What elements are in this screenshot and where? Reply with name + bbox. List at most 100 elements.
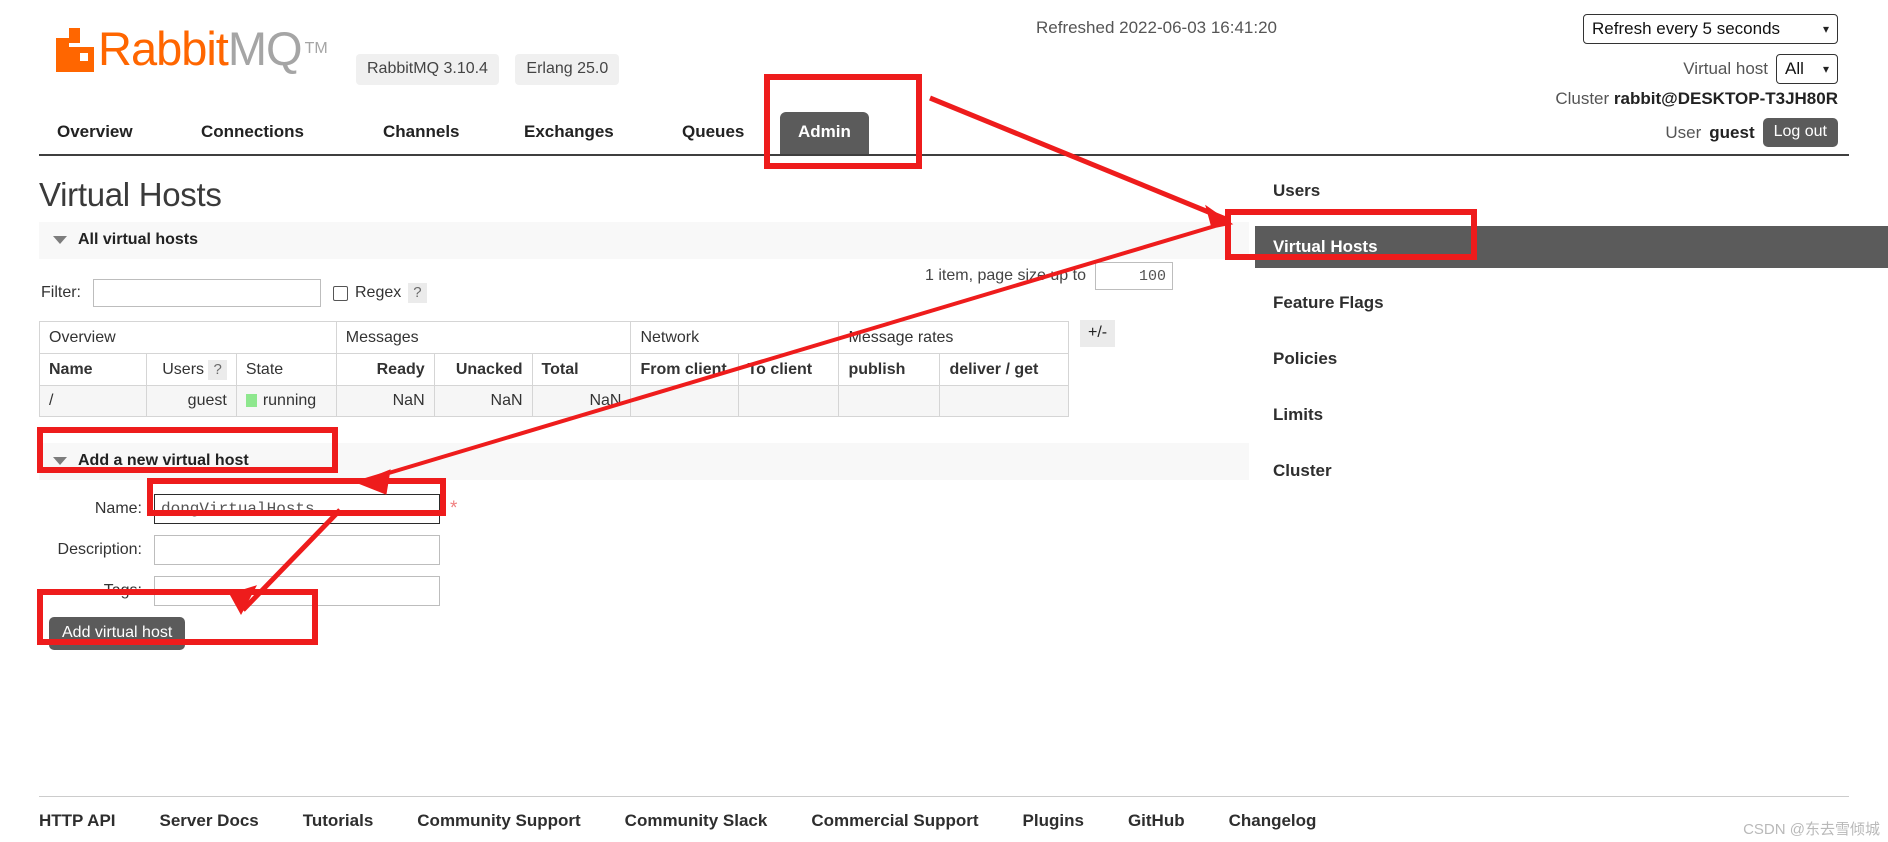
col-users[interactable]: Users ? xyxy=(146,353,237,386)
add-vhost-form: Add a new virtual host Name: * Descripti… xyxy=(39,443,1249,650)
table-pagination-info: 1 item, page size up to xyxy=(925,262,1173,290)
regex-checkbox[interactable] xyxy=(333,285,348,301)
toggle-columns-button[interactable]: +/- xyxy=(1080,320,1116,347)
table-group-header-row: Overview Messages Network Message rates xyxy=(39,321,1069,354)
table-column-header-row: Name Users ? State Ready Unacked Total F… xyxy=(38,353,1069,386)
group-network: Network xyxy=(630,321,840,354)
cell-state: running xyxy=(235,385,337,417)
footer-link-plugins[interactable]: Plugins xyxy=(1023,811,1084,831)
rabbitmq-logo-icon xyxy=(56,28,94,72)
cluster-label: Cluster xyxy=(1555,89,1610,108)
tab-channels[interactable]: Channels xyxy=(365,112,478,154)
tags-label: Tags: xyxy=(103,582,142,599)
logo-mq-text: MQ xyxy=(227,22,303,75)
col-total[interactable]: Total xyxy=(531,353,632,386)
page-size-input[interactable] xyxy=(1094,262,1173,290)
col-state[interactable]: State xyxy=(235,353,337,386)
col-name[interactable]: Name xyxy=(38,353,148,386)
col-publish[interactable]: publish xyxy=(838,353,941,386)
logo-text: RabbitMQ TM xyxy=(98,25,328,72)
footer-link-changelog[interactable]: Changelog xyxy=(1229,811,1317,831)
page-title: Virtual Hosts xyxy=(39,176,222,213)
footer-link-server-docs[interactable]: Server Docs xyxy=(160,811,259,831)
sidebar-item-cluster[interactable]: Cluster xyxy=(1255,450,1888,492)
sidebar-item-virtual-hosts[interactable]: Virtual Hosts xyxy=(1255,226,1888,268)
rabbitmq-logo[interactable]: RabbitMQ TM xyxy=(56,25,328,72)
all-vhosts-section-header[interactable]: All virtual hosts xyxy=(39,222,1249,259)
cell-users: guest xyxy=(146,385,237,417)
submit-row: Add virtual host xyxy=(39,617,1249,650)
name-input[interactable] xyxy=(154,494,440,524)
cluster-name: rabbit@DESKTOP-T3JH80R xyxy=(1613,89,1838,108)
regex-label: Regex xyxy=(355,284,402,301)
name-row: Name: * xyxy=(39,494,1249,524)
refresh-interval-select[interactable]: Refresh every 5 seconds ▾ xyxy=(1583,14,1838,44)
version-badges: RabbitMQ 3.10.4 Erlang 25.0 xyxy=(356,54,620,85)
tags-row: Tags: xyxy=(39,576,1249,606)
main-nav: Overview Connections Channels Exchanges … xyxy=(39,108,1849,156)
sidebar-item-users[interactable]: Users xyxy=(1255,170,1888,212)
add-vhost-section-label: Add a new virtual host xyxy=(78,452,249,469)
col-to-client[interactable]: To client xyxy=(737,353,840,386)
cell-name[interactable]: / xyxy=(38,385,148,417)
footer-link-commercial-support[interactable]: Commercial Support xyxy=(811,811,978,831)
caret-down-icon xyxy=(53,457,67,465)
footer-link-github[interactable]: GitHub xyxy=(1128,811,1185,831)
table-row[interactable]: / guest running NaN NaN NaN xyxy=(38,385,1069,417)
sidebar-item-feature-flags[interactable]: Feature Flags xyxy=(1255,282,1888,324)
cell-ready: NaN xyxy=(335,385,435,417)
description-label: Description: xyxy=(57,541,142,558)
sidebar-item-limits[interactable]: Limits xyxy=(1255,394,1888,436)
tab-queues[interactable]: Queues xyxy=(664,112,762,154)
sidebar-item-policies[interactable]: Policies xyxy=(1255,338,1888,380)
footer-link-community-slack[interactable]: Community Slack xyxy=(625,811,768,831)
name-required-marker: * xyxy=(450,498,458,519)
users-help-icon[interactable]: ? xyxy=(208,359,227,380)
tab-admin[interactable]: Admin xyxy=(780,112,869,154)
filter-input[interactable] xyxy=(93,279,321,307)
watermark: CSDN @东去雪倾城 xyxy=(1743,821,1880,838)
all-vhosts-section-label: All virtual hosts xyxy=(78,231,199,248)
cell-to-client xyxy=(737,385,840,417)
col-deliver-get[interactable]: deliver / get xyxy=(939,353,1069,386)
caret-down-icon xyxy=(53,236,67,244)
refreshed-timestamp: Refreshed 2022-06-03 16:41:20 xyxy=(1035,18,1277,37)
add-virtual-host-button[interactable]: Add virtual host xyxy=(49,617,186,650)
logo-rabbit-text: Rabbit xyxy=(98,22,229,75)
virtual-host-filter: Virtual host All ▾ xyxy=(1683,54,1838,84)
regex-option[interactable]: Regex ? xyxy=(333,283,427,303)
footer-link-tutorials[interactable]: Tutorials xyxy=(303,811,374,831)
col-users-label: Users xyxy=(162,360,205,378)
logo-tm-text: TM xyxy=(304,40,328,57)
regex-help-icon[interactable]: ? xyxy=(408,283,427,303)
virtual-host-value: All xyxy=(1785,59,1804,78)
cell-unacked: NaN xyxy=(433,385,533,417)
state-indicator-icon xyxy=(245,394,257,407)
description-input[interactable] xyxy=(154,535,440,565)
footer-links: HTTP API Server Docs Tutorials Community… xyxy=(39,796,1849,831)
col-unacked[interactable]: Unacked xyxy=(433,353,533,386)
group-overview: Overview xyxy=(39,321,337,354)
virtual-host-select[interactable]: All ▾ xyxy=(1776,54,1838,84)
name-label: Name: xyxy=(94,500,142,517)
tags-input[interactable] xyxy=(154,576,440,606)
badge-erlang-version: Erlang 25.0 xyxy=(515,54,620,85)
virtual-hosts-table: Overview Messages Network Message rates … xyxy=(38,321,1069,417)
col-from-client[interactable]: From client xyxy=(630,353,739,386)
cell-from-client xyxy=(630,385,739,417)
footer-link-community-support[interactable]: Community Support xyxy=(417,811,580,831)
cell-deliver-get xyxy=(939,385,1069,417)
col-ready[interactable]: Ready xyxy=(335,353,435,386)
tab-exchanges[interactable]: Exchanges xyxy=(506,112,632,154)
tab-connections[interactable]: Connections xyxy=(183,112,322,154)
refresh-interval-value: Refresh every 5 seconds xyxy=(1592,19,1781,38)
tab-overview[interactable]: Overview xyxy=(39,112,151,154)
description-row: Description: xyxy=(39,535,1249,565)
badge-rabbitmq-version: RabbitMQ 3.10.4 xyxy=(356,54,499,85)
footer-link-http-api[interactable]: HTTP API xyxy=(39,811,116,831)
cell-state-label: running xyxy=(262,392,317,409)
add-vhost-section-header[interactable]: Add a new virtual host xyxy=(39,443,1249,480)
filter-label: Filter: xyxy=(41,284,81,301)
chevron-down-icon: ▾ xyxy=(1822,62,1829,76)
virtual-host-label: Virtual host xyxy=(1683,59,1768,78)
